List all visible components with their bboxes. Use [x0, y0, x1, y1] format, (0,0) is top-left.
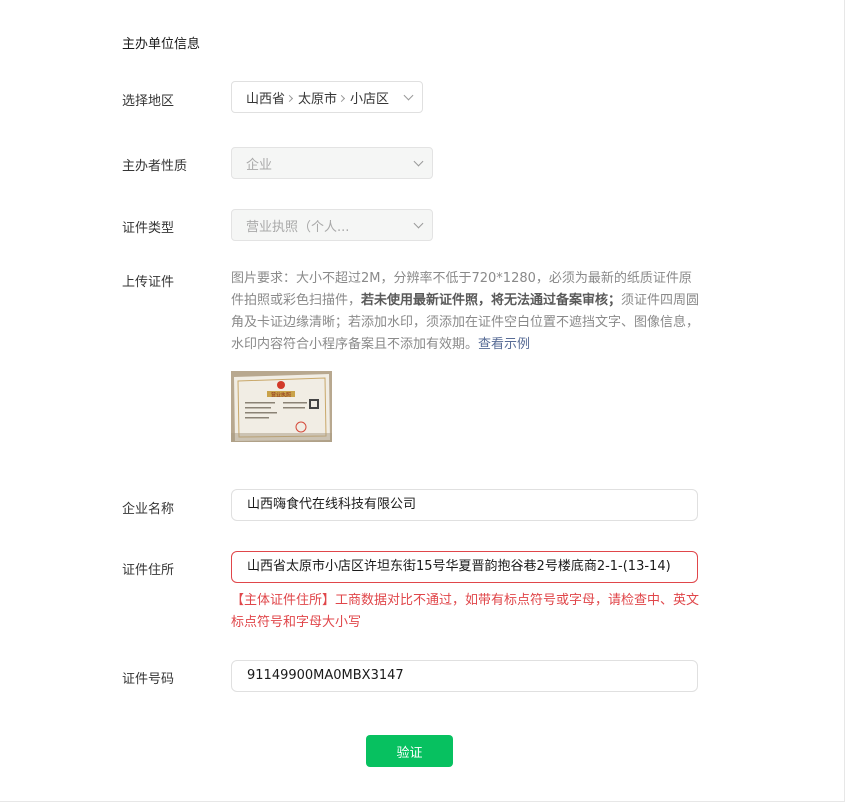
company-name-input[interactable]: 山西嗨食代在线科技有限公司 [231, 489, 698, 521]
region-label: 选择地区 [122, 94, 175, 109]
view-example-link[interactable]: 查看示例 [478, 337, 530, 352]
section-title: 主办单位信息 [122, 37, 201, 52]
cert-number-label: 证件号码 [122, 672, 175, 687]
chevron-right-icon [285, 94, 294, 102]
region-district: 小店区 [350, 91, 390, 107]
region-province: 山西省 [246, 91, 286, 107]
cert-address-error: 【主体证件住所】工商数据对比不通过，如带有标点符号或字母，请检查中、英文标点符号… [231, 593, 700, 630]
region-city: 太原市 [298, 91, 338, 107]
region-select[interactable]: 山西省 太原市 小店区 [231, 81, 423, 113]
form-page: 主办单位信息 选择地区 山西省 太原市 小店区 主办者性质 企业 证件类型 营业执照… [0, 0, 845, 802]
uploaded-license-thumbnail[interactable]: 营业执照 [231, 371, 332, 442]
license-image: 营业执照 [231, 371, 332, 442]
verify-button[interactable]: 验证 [366, 735, 453, 767]
cert-number-input[interactable]: 91149900MA0MBX3147 [231, 660, 698, 692]
upload-desc-bold: 若未使用最新证件照，将无法通过备案审核； [361, 293, 622, 308]
cert-type-label: 证件类型 [122, 221, 175, 236]
chevron-down-icon [413, 218, 424, 228]
sponsor-type-value: 企业 [246, 157, 273, 173]
sponsor-type-select[interactable]: 企业 [231, 147, 433, 179]
sponsor-type-label: 主办者性质 [122, 159, 188, 174]
chevron-down-icon [403, 90, 414, 100]
company-name-label: 企业名称 [122, 502, 175, 517]
upload-label: 上传证件 [122, 275, 175, 290]
cert-address-label: 证件住所 [122, 563, 175, 578]
thumb-title: 营业执照 [271, 392, 291, 399]
chevron-down-icon [413, 156, 424, 166]
cert-type-value: 营业执照（个人... [246, 219, 350, 235]
upload-requirements: 图片要求：大小不超过2M，分辨率不低于720*1280，必须为最新的纸质证件原件… [231, 268, 703, 356]
cert-address-input[interactable]: 山西省太原市小店区许坦东街15号华夏晋韵抱谷巷2号楼底商2-1-(13-14) [231, 551, 698, 583]
cert-type-select[interactable]: 营业执照（个人... [231, 209, 433, 241]
chevron-right-icon [337, 94, 346, 102]
